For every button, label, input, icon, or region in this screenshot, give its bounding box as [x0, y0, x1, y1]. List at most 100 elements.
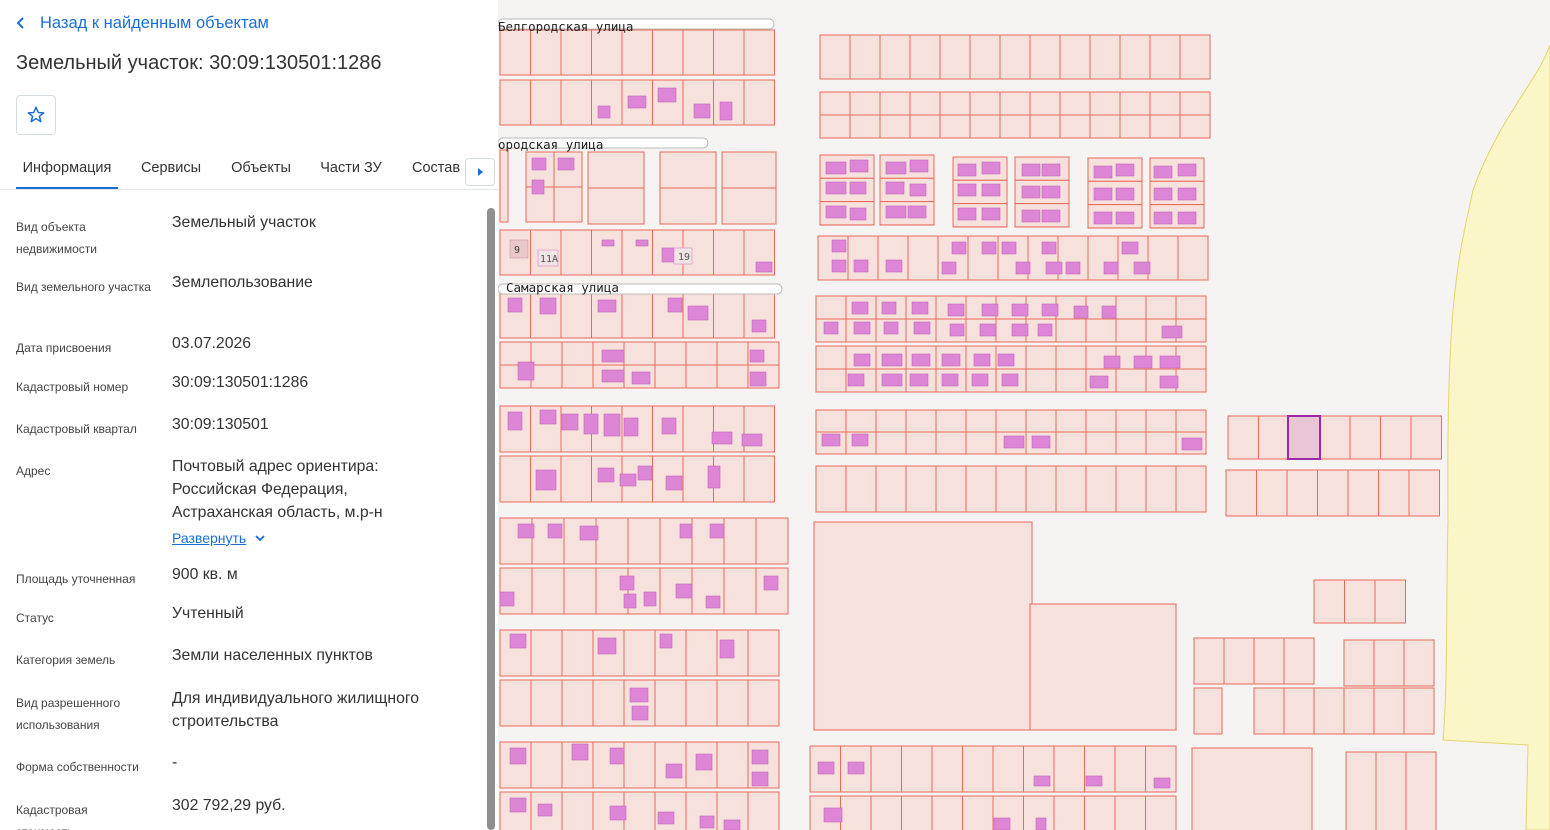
parcel[interactable]: [815, 409, 847, 433]
parcel[interactable]: [1085, 409, 1117, 433]
parcel[interactable]: [561, 629, 594, 677]
parcel[interactable]: [1410, 415, 1442, 460]
parcel[interactable]: [654, 679, 687, 727]
parcel[interactable]: [530, 341, 563, 366]
parcel[interactable]: [499, 567, 533, 615]
parcel[interactable]: [1145, 409, 1177, 433]
parcel[interactable]: [654, 364, 687, 389]
parcel[interactable]: [1227, 415, 1259, 460]
parcel[interactable]: [1374, 579, 1406, 624]
parcel[interactable]: [561, 364, 594, 389]
parcel[interactable]: [560, 455, 592, 503]
parcel[interactable]: [1378, 469, 1410, 517]
parcel[interactable]: [999, 34, 1031, 80]
parcel[interactable]: [563, 517, 597, 565]
parcel[interactable]: [1253, 637, 1285, 685]
parcel[interactable]: [1317, 469, 1349, 517]
parcel[interactable]: [1343, 687, 1375, 735]
parcel[interactable]: [815, 368, 847, 393]
parcel[interactable]: [1405, 751, 1437, 830]
parcel[interactable]: [743, 29, 775, 76]
parcel[interactable]: [743, 79, 775, 126]
parcel[interactable]: [1175, 345, 1207, 370]
parcel[interactable]: [965, 431, 997, 455]
parcel[interactable]: [1179, 91, 1211, 116]
parcel[interactable]: [819, 114, 851, 139]
parcel[interactable]: [1403, 639, 1435, 687]
parcel[interactable]: [560, 29, 592, 76]
back-link[interactable]: Назад к найденным объектам: [16, 12, 269, 34]
parcel[interactable]: [935, 465, 967, 513]
panel-scrollbar[interactable]: [487, 208, 495, 830]
parcel[interactable]: [499, 679, 532, 727]
parcel[interactable]: [755, 567, 789, 615]
parcel[interactable]: [652, 29, 684, 76]
parcel[interactable]: [931, 745, 963, 793]
parcel[interactable]: [962, 795, 994, 830]
selected-parcel[interactable]: [1287, 415, 1321, 460]
parcel[interactable]: [591, 29, 623, 76]
parcel[interactable]: [819, 34, 851, 80]
parcel[interactable]: [1053, 795, 1085, 830]
parcel[interactable]: [560, 293, 592, 339]
parcel[interactable]: [1059, 114, 1091, 139]
parcel[interactable]: [721, 151, 777, 189]
parcel[interactable]: [962, 745, 994, 793]
parcel[interactable]: [1055, 318, 1087, 343]
parcel[interactable]: [716, 679, 749, 727]
parcel[interactable]: [1055, 345, 1087, 370]
parcel[interactable]: [591, 229, 623, 276]
parcel[interactable]: [685, 341, 718, 366]
parcel[interactable]: [530, 741, 563, 789]
parcel[interactable]: [815, 295, 847, 320]
parcel[interactable]: [716, 364, 749, 389]
parcel[interactable]: [499, 455, 531, 503]
parcel[interactable]: [879, 114, 911, 139]
tab-parts[interactable]: Части ЗУ: [312, 150, 390, 189]
parcel[interactable]: [723, 567, 757, 615]
parcel[interactable]: [623, 741, 656, 789]
tab-composition[interactable]: Состав: [404, 150, 468, 189]
parcel[interactable]: [935, 409, 967, 433]
parcel[interactable]: [1059, 34, 1091, 80]
parcel[interactable]: [1256, 469, 1288, 517]
parcel[interactable]: [1025, 368, 1057, 393]
parcel[interactable]: [623, 791, 656, 830]
parcel[interactable]: [721, 187, 777, 225]
parcel[interactable]: [530, 629, 563, 677]
parcel[interactable]: [995, 465, 1027, 513]
parcel[interactable]: [530, 79, 562, 126]
parcel[interactable]: [1059, 91, 1091, 116]
parcel[interactable]: [1025, 409, 1057, 433]
parcel[interactable]: [845, 465, 877, 513]
parcel[interactable]: [1115, 409, 1147, 433]
parcel[interactable]: [999, 114, 1031, 139]
parcel[interactable]: [713, 405, 745, 453]
parcel[interactable]: [849, 34, 881, 80]
parcel[interactable]: [1055, 465, 1087, 513]
parcel[interactable]: [1055, 368, 1087, 393]
parcel[interactable]: [1055, 409, 1087, 433]
parcel[interactable]: [561, 341, 594, 366]
parcel[interactable]: [905, 465, 937, 513]
parcel[interactable]: [815, 345, 847, 370]
parcel[interactable]: [1380, 415, 1412, 460]
parcel[interactable]: [1114, 745, 1146, 793]
parcel[interactable]: [659, 187, 717, 225]
parcel[interactable]: [587, 151, 645, 189]
parcel[interactable]: [1119, 91, 1151, 116]
parcel[interactable]: [685, 679, 718, 727]
parcel[interactable]: [531, 567, 565, 615]
parcel[interactable]: [1283, 637, 1315, 685]
parcel[interactable]: [1029, 603, 1177, 731]
parcel[interactable]: [713, 293, 745, 339]
parcel[interactable]: [965, 465, 997, 513]
parcel[interactable]: [530, 364, 563, 389]
parcel[interactable]: [1115, 368, 1147, 393]
parcel[interactable]: [743, 455, 775, 503]
parcel[interactable]: [815, 465, 847, 513]
parcel[interactable]: [1149, 114, 1181, 139]
tab-information[interactable]: Информация: [16, 150, 118, 189]
parcel[interactable]: [1145, 465, 1177, 513]
parcel[interactable]: [1119, 114, 1151, 139]
